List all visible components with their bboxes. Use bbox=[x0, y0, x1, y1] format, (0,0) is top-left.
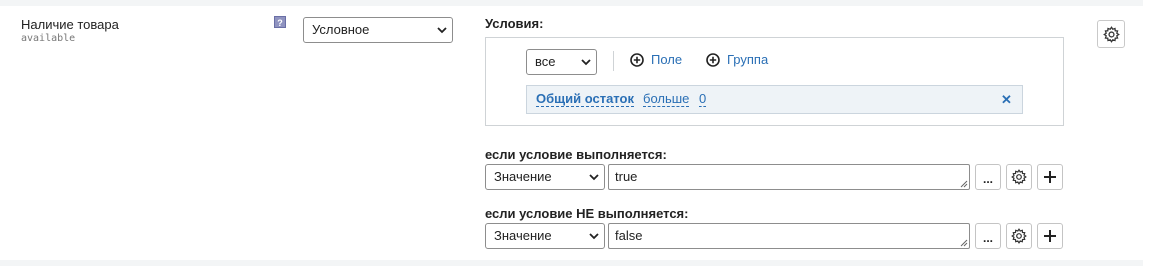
if-true-value: true bbox=[615, 169, 638, 184]
toolbar-divider bbox=[613, 51, 614, 71]
if-false-type-value: Значение bbox=[494, 228, 552, 243]
field-label: Наличие товара bbox=[21, 17, 119, 32]
chevron-down-icon bbox=[437, 27, 447, 34]
plus-icon bbox=[1044, 230, 1056, 242]
rule-value-link[interactable]: 0 bbox=[699, 92, 707, 107]
if-false-more-button[interactable]: ... bbox=[975, 223, 1001, 249]
chevron-down-icon bbox=[589, 174, 599, 181]
if-false-label: если условие НЕ выполняется: bbox=[485, 206, 689, 221]
rule-operator-link[interactable]: больше bbox=[643, 92, 690, 107]
chevron-down-icon bbox=[589, 233, 599, 240]
if-true-value-input[interactable]: true bbox=[608, 164, 970, 190]
plus-icon bbox=[1044, 171, 1056, 183]
add-group-label: Группа bbox=[727, 52, 769, 67]
if-true-label: если условие выполняется: bbox=[485, 147, 667, 162]
plus-circle-icon bbox=[630, 52, 644, 67]
more-label: ... bbox=[982, 231, 993, 245]
add-field-button[interactable]: Поле bbox=[630, 52, 682, 67]
gear-icon bbox=[1011, 169, 1027, 185]
logic-select[interactable]: все bbox=[526, 49, 597, 75]
add-field-label: Поле bbox=[651, 52, 683, 67]
rule-field-link[interactable]: Общий остаток bbox=[536, 92, 634, 107]
field-type-select[interactable]: Условное bbox=[303, 17, 453, 43]
if-true-add-button[interactable] bbox=[1037, 164, 1063, 190]
close-icon[interactable]: ✕ bbox=[1001, 93, 1012, 107]
if-true-more-button[interactable]: ... bbox=[975, 164, 1001, 190]
if-false-value: false bbox=[615, 228, 643, 243]
conditions-title: Условия: bbox=[485, 16, 544, 31]
more-label: ... bbox=[982, 172, 993, 186]
if-true-type-value: Значение bbox=[494, 169, 552, 184]
chevron-down-icon bbox=[581, 59, 591, 66]
resize-grip-icon[interactable] bbox=[960, 180, 968, 188]
if-false-value-input[interactable]: false bbox=[608, 223, 970, 249]
if-false-settings-button[interactable] bbox=[1006, 223, 1032, 249]
gear-icon bbox=[1102, 25, 1120, 43]
if-false-type-select[interactable]: Значение bbox=[485, 223, 605, 249]
question-icon[interactable]: ? bbox=[274, 16, 286, 28]
field-type-select-value: Условное bbox=[312, 22, 370, 37]
plus-circle-icon bbox=[706, 52, 720, 67]
field-code: available bbox=[21, 33, 76, 44]
gear-icon bbox=[1011, 228, 1027, 244]
if-false-add-button[interactable] bbox=[1037, 223, 1063, 249]
top-band bbox=[0, 0, 1143, 6]
field-settings-button[interactable] bbox=[1097, 20, 1125, 48]
if-true-settings-button[interactable] bbox=[1006, 164, 1032, 190]
resize-grip-icon[interactable] bbox=[960, 239, 968, 247]
logic-select-value: все bbox=[535, 54, 556, 69]
add-group-button[interactable]: Группа bbox=[706, 52, 768, 67]
if-true-type-select[interactable]: Значение bbox=[485, 164, 605, 190]
bottom-band bbox=[0, 260, 1143, 266]
